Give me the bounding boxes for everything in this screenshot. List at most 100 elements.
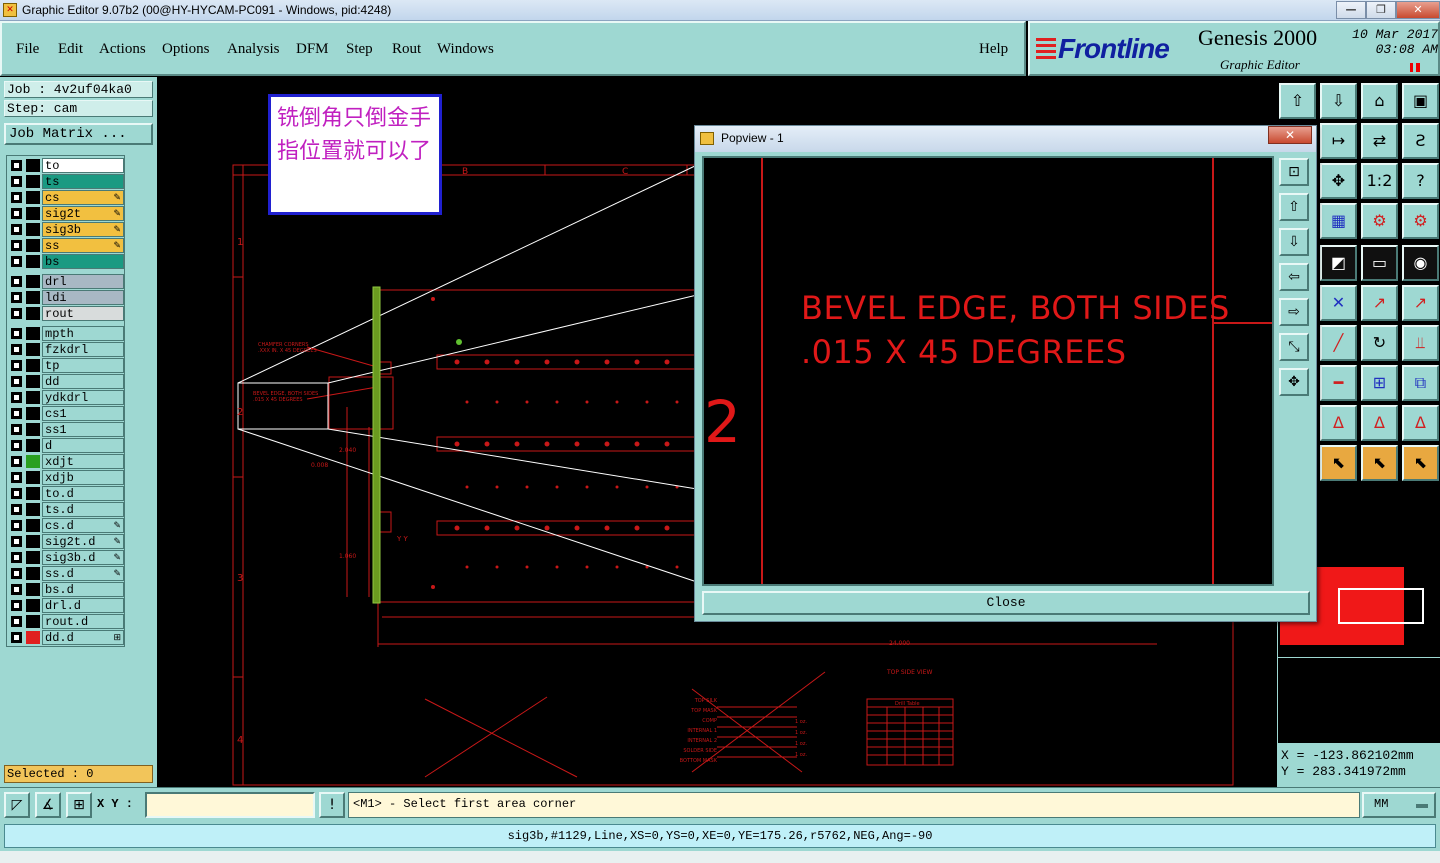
box-icon[interactable]: ⊞: [1361, 365, 1398, 401]
popview-title-bar[interactable]: Popview - 1 ✕: [695, 126, 1316, 152]
layer-color-swatch[interactable]: [26, 175, 40, 188]
layer-name[interactable]: ss1: [42, 422, 124, 437]
menu-analysis[interactable]: Analysis: [227, 41, 280, 58]
layer-color-swatch[interactable]: [26, 471, 40, 484]
layer-row[interactable]: sig2t.d ✎: [8, 534, 125, 549]
layer-name[interactable]: sig3b ✎: [42, 222, 124, 237]
warning-icon[interactable]: !: [319, 792, 345, 818]
layer-row[interactable]: dd: [8, 374, 125, 389]
measure-icon[interactable]: ∡: [35, 792, 61, 818]
layer-row[interactable]: tp: [8, 358, 125, 373]
layer-name[interactable]: sig2t.d ✎: [42, 534, 124, 549]
layer-row[interactable]: cs.d ✎: [8, 518, 125, 533]
layer-row[interactable]: drl.d: [8, 598, 125, 613]
layer-color-swatch[interactable]: [26, 439, 40, 452]
layer-row[interactable]: mpth: [8, 326, 125, 341]
xy-input[interactable]: [145, 792, 315, 818]
layer-name[interactable]: bs.d: [42, 582, 124, 597]
layer-color-swatch[interactable]: [26, 255, 40, 268]
layer-checkbox[interactable]: [11, 308, 22, 319]
layer-checkbox[interactable]: [11, 520, 22, 531]
layer-checkbox[interactable]: [11, 256, 22, 267]
pan-right-icon[interactable]: ⇨: [1279, 298, 1309, 326]
layer-color-swatch[interactable]: [26, 631, 40, 644]
triangle-icon[interactable]: Δ: [1320, 405, 1357, 441]
layer-color-swatch[interactable]: [26, 551, 40, 564]
popview-close-x-button[interactable]: ✕: [1268, 126, 1312, 144]
layer-color-swatch[interactable]: [26, 159, 40, 172]
triangle-alt-icon[interactable]: Δ: [1361, 405, 1398, 441]
layer-color-swatch[interactable]: [26, 567, 40, 580]
grid-icon[interactable]: ▦: [1320, 203, 1357, 239]
layer-color-swatch[interactable]: [26, 455, 40, 468]
layer-color-swatch[interactable]: [26, 191, 40, 204]
layer-name[interactable]: tp: [42, 358, 124, 373]
layer-name[interactable]: ss ✎: [42, 238, 124, 253]
color-icon[interactable]: ◩: [1320, 245, 1357, 281]
menu-dfm[interactable]: DFM: [296, 41, 329, 58]
pin-icon[interactable]: ↗: [1361, 285, 1398, 321]
layer-row[interactable]: ss1: [8, 422, 125, 437]
layer-checkbox[interactable]: [11, 504, 22, 515]
layer-row[interactable]: fzkdrl: [8, 342, 125, 357]
layer-row[interactable]: xdjb: [8, 470, 125, 485]
layer-row[interactable]: cs1: [8, 406, 125, 421]
layer-row[interactable]: ss.d ✎: [8, 566, 125, 581]
menu-options[interactable]: Options: [162, 41, 210, 58]
scale-icon[interactable]: 1:2: [1361, 163, 1398, 199]
layer-row[interactable]: rout: [8, 306, 125, 321]
select-path-icon[interactable]: ⬉: [1402, 445, 1439, 481]
layer-row[interactable]: bs.d: [8, 582, 125, 597]
layer-name[interactable]: fzkdrl: [42, 342, 124, 357]
layer-checkbox[interactable]: [11, 440, 22, 451]
layer-checkbox[interactable]: [11, 208, 22, 219]
layer-name[interactable]: drl: [42, 274, 124, 289]
layer-row[interactable]: ldi: [8, 290, 125, 305]
cross-icon[interactable]: ✕: [1320, 285, 1357, 321]
pause-icon[interactable]: [1410, 63, 1420, 72]
menu-file[interactable]: File: [16, 41, 39, 58]
layer-name[interactable]: to.d: [42, 486, 124, 501]
layer-row[interactable]: xdjt: [8, 454, 125, 469]
layer-checkbox[interactable]: [11, 276, 22, 287]
menu-step[interactable]: Step: [346, 41, 373, 58]
layer-color-swatch[interactable]: [26, 519, 40, 532]
select-alt-icon[interactable]: ⬉: [1361, 445, 1398, 481]
layer-name[interactable]: drl.d: [42, 598, 124, 613]
layer-name[interactable]: dd: [42, 374, 124, 389]
layer-row[interactable]: to: [8, 158, 125, 173]
layer-checkbox[interactable]: [11, 224, 22, 235]
layer-checkbox[interactable]: [11, 568, 22, 579]
layer-row[interactable]: ydkdrl: [8, 390, 125, 405]
layer-checkbox[interactable]: [11, 408, 22, 419]
layer-color-swatch[interactable]: [26, 343, 40, 356]
layer-checkbox[interactable]: [11, 176, 22, 187]
layer-color-swatch[interactable]: [26, 375, 40, 388]
layer-color-swatch[interactable]: [26, 223, 40, 236]
layer-name[interactable]: cs ✎: [42, 190, 124, 205]
layer-row[interactable]: rout.d: [8, 614, 125, 629]
snake-icon[interactable]: Ƨ: [1402, 123, 1439, 159]
rotate-icon[interactable]: ↻: [1361, 325, 1398, 361]
layer-row[interactable]: to.d: [8, 486, 125, 501]
layer-checkbox[interactable]: [11, 536, 22, 547]
layer-row[interactable]: d: [8, 438, 125, 453]
layer-checkbox[interactable]: [11, 292, 22, 303]
menu-windows[interactable]: Windows: [437, 41, 494, 58]
layer-checkbox[interactable]: [11, 488, 22, 499]
layer-checkbox[interactable]: [11, 192, 22, 203]
layer-checkbox[interactable]: [11, 344, 22, 355]
fit-icon[interactable]: ⊡: [1279, 158, 1309, 186]
layer-color-swatch[interactable]: [26, 535, 40, 548]
layer-checkbox[interactable]: [11, 600, 22, 611]
layer-row[interactable]: ts: [8, 174, 125, 189]
menu-help[interactable]: Help: [979, 41, 1008, 58]
layer-name[interactable]: ldi: [42, 290, 124, 305]
zoom-icon[interactable]: ⤡: [1279, 333, 1309, 361]
layer-row[interactable]: ss ✎: [8, 238, 125, 253]
layer-name[interactable]: dd.d ⊞: [42, 630, 124, 645]
layer-color-swatch[interactable]: [26, 615, 40, 628]
close-button[interactable]: ✕: [1396, 1, 1440, 19]
pan-down-icon[interactable]: ⇩: [1279, 228, 1309, 256]
layer-color-swatch[interactable]: [26, 583, 40, 596]
